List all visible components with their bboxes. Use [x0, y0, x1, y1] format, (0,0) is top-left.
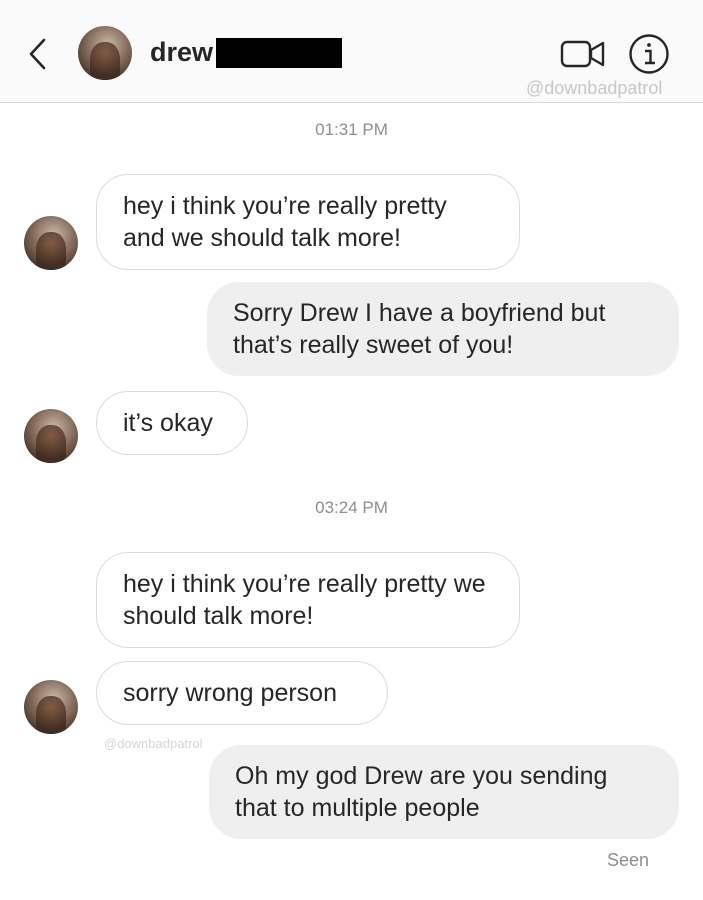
sender-avatar[interactable]	[24, 216, 78, 270]
watermark: @downbadpatrol	[526, 78, 663, 98]
message-received[interactable]: sorry wrong person	[96, 661, 388, 725]
chat-header: drew @downbadpatrol	[0, 0, 703, 103]
contact-name[interactable]: drew	[150, 36, 213, 68]
watermark: @downbadpatrol	[104, 736, 203, 751]
name-redaction-bar	[216, 38, 342, 68]
seen-status: Seen	[607, 850, 650, 870]
video-camera-icon[interactable]	[560, 36, 606, 72]
message-received[interactable]: hey i think you’re really pretty and we …	[96, 174, 520, 270]
chevron-left-icon[interactable]	[26, 37, 50, 71]
message-sent[interactable]: Oh my god Drew are you sending that to m…	[209, 745, 679, 839]
contact-avatar[interactable]	[78, 26, 132, 80]
timestamp: 03:24 PM	[315, 498, 388, 517]
message-received[interactable]: it’s okay	[96, 391, 248, 455]
avatar-photo	[35, 425, 67, 463]
timestamp: 01:31 PM	[315, 120, 388, 139]
sender-avatar[interactable]	[24, 680, 78, 734]
avatar-photo	[35, 696, 67, 734]
info-icon[interactable]	[628, 33, 670, 75]
message-received[interactable]: hey i think you’re really pretty we shou…	[96, 552, 520, 648]
avatar-photo	[35, 232, 67, 270]
avatar-photo	[89, 42, 121, 80]
message-sent[interactable]: Sorry Drew I have a boyfriend but that’s…	[207, 282, 679, 376]
sender-avatar[interactable]	[24, 409, 78, 463]
